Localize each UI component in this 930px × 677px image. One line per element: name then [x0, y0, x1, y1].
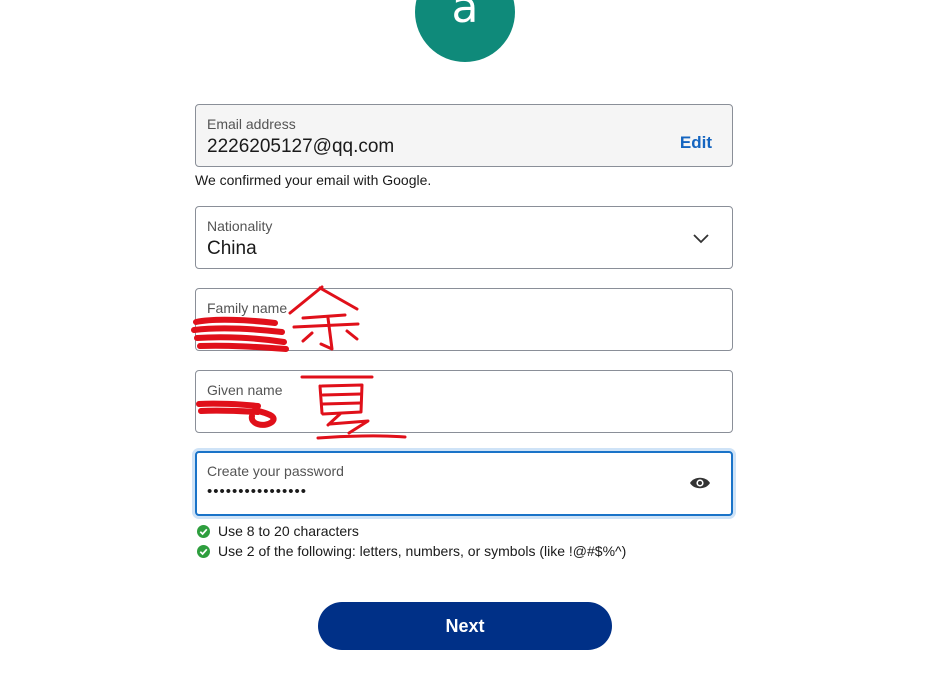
- nationality-value: China: [207, 238, 257, 259]
- password-rule-text: Use 2 of the following: letters, numbers…: [218, 543, 627, 559]
- password-rule-text: Use 8 to 20 characters: [218, 523, 359, 539]
- password-masked-value: ••••••••••••••••: [207, 483, 308, 500]
- password-rule-length: Use 8 to 20 characters: [197, 522, 359, 540]
- given-name-label: Given name: [207, 382, 283, 398]
- email-confirmation-text: We confirmed your email with Google.: [195, 172, 432, 188]
- password-field[interactable]: Create your password ••••••••••••••••: [195, 451, 733, 516]
- check-circle-icon: [197, 525, 210, 538]
- eye-icon[interactable]: [689, 475, 711, 491]
- family-name-field[interactable]: Family name: [195, 288, 733, 351]
- edit-email-link[interactable]: Edit: [680, 133, 712, 153]
- check-circle-icon: [197, 545, 210, 558]
- next-button[interactable]: Next: [318, 602, 612, 650]
- password-label: Create your password: [207, 463, 344, 479]
- avatar: a: [415, 0, 515, 62]
- family-name-label: Family name: [207, 300, 288, 316]
- email-label: Email address: [207, 116, 296, 132]
- email-value: 2226205127@qq.com: [207, 136, 395, 157]
- nationality-label: Nationality: [207, 218, 273, 234]
- chevron-down-icon[interactable]: [692, 229, 710, 247]
- nationality-select[interactable]: Nationality China: [195, 206, 733, 269]
- given-name-field[interactable]: Given name: [195, 370, 733, 433]
- password-rule-composition: Use 2 of the following: letters, numbers…: [197, 542, 626, 560]
- email-field: Email address 2226205127@qq.com Edit: [195, 104, 733, 167]
- avatar-letter: a: [451, 0, 479, 33]
